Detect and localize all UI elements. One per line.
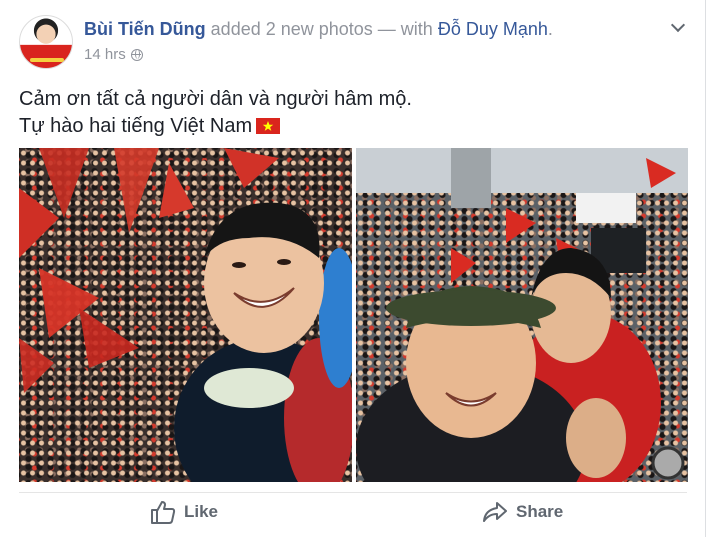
like-icon bbox=[151, 501, 176, 524]
post-text-line: Cảm ơn tất cả người dân và người hâm mộ. bbox=[19, 88, 412, 110]
facebook-post: Bùi Tiến Dũng added 2 new photos — with … bbox=[0, 0, 706, 537]
globe-icon bbox=[130, 48, 143, 61]
author-name[interactable]: Bùi Tiến Dũng bbox=[84, 19, 206, 39]
avatar[interactable] bbox=[19, 15, 73, 69]
photo-1[interactable] bbox=[19, 148, 352, 482]
vietnam-flag-icon bbox=[256, 118, 281, 134]
action-divider bbox=[19, 492, 687, 493]
like-button[interactable]: Like bbox=[150, 498, 218, 526]
photo-grid bbox=[19, 148, 688, 482]
timestamp-text[interactable]: 14 hrs bbox=[84, 46, 126, 63]
post-header: Bùi Tiến Dũng added 2 new photos — with … bbox=[84, 18, 553, 40]
photo-1-scene bbox=[19, 148, 352, 482]
chevron-down-icon[interactable] bbox=[671, 20, 685, 34]
tagged-user[interactable]: Đỗ Duy Mạnh bbox=[438, 19, 548, 39]
post-text-line-2: Tự hào hai tiếng Việt Nam bbox=[19, 113, 412, 140]
share-label[interactable]: Share bbox=[516, 502, 563, 522]
post-timestamp[interactable]: 14 hrs bbox=[84, 46, 143, 63]
avatar-jersey bbox=[30, 58, 64, 62]
post-action-text: added 2 new photos — with bbox=[205, 19, 438, 39]
photo-2[interactable] bbox=[356, 148, 688, 482]
photo-2-scene bbox=[356, 148, 688, 482]
post-text-line: Tự hào hai tiếng Việt Nam bbox=[19, 115, 253, 137]
share-button[interactable]: Share bbox=[482, 498, 563, 526]
share-icon bbox=[483, 502, 507, 522]
like-label[interactable]: Like bbox=[184, 502, 218, 522]
header-period: . bbox=[547, 19, 553, 39]
post-text: Cảm ơn tất cả người dân và người hâm mộ.… bbox=[19, 86, 412, 140]
